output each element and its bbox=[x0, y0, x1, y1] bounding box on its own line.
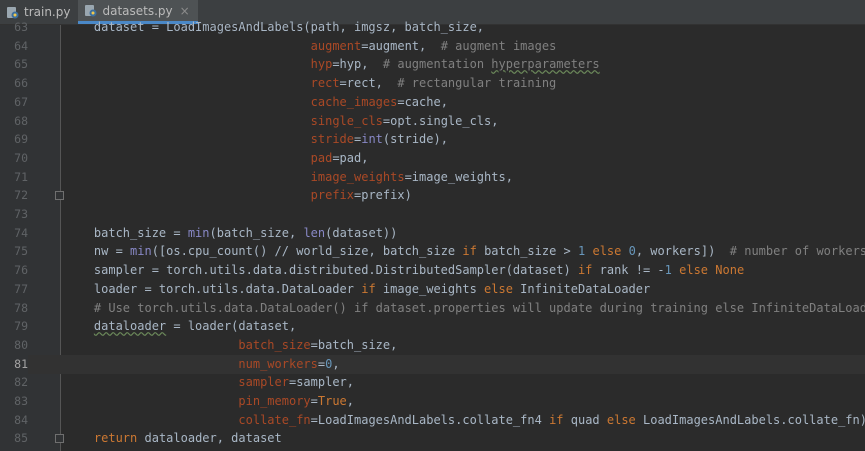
code-text: augment=augment, # augment images bbox=[310, 38, 557, 53]
line-number: 84 bbox=[14, 412, 28, 427]
code-text: pin_memory=True, bbox=[238, 394, 355, 408]
code-text: num_workers=0, bbox=[238, 356, 340, 371]
line-number: 77 bbox=[14, 281, 28, 296]
code-text: nw = min([os.cpu_count() // world_size, … bbox=[65, 244, 865, 259]
code-text: rect=rect, # rectangular training bbox=[310, 76, 557, 91]
code-text: batch_size = min(batch_size, len(dataset… bbox=[65, 225, 398, 240]
code-line[interactable]: 73 bbox=[0, 205, 865, 224]
line-number: 67 bbox=[14, 94, 28, 109]
line-number: 65 bbox=[14, 57, 28, 72]
code-text: dataset = LoadImagesAndLabels(path, imgs… bbox=[65, 20, 485, 34]
line-number: 63 bbox=[14, 20, 28, 34]
line-number: 64 bbox=[14, 38, 28, 53]
line-number: 83 bbox=[14, 394, 28, 408]
line-number: 66 bbox=[14, 76, 28, 91]
line-number: 82 bbox=[14, 375, 28, 390]
code-text: # Use torch.utils.data.DataLoader() if d… bbox=[93, 300, 865, 315]
code-line[interactable]: 69 stride=int(stride), bbox=[0, 130, 865, 149]
code-line[interactable]: 66 rect=rect, # rectangular training bbox=[0, 74, 865, 93]
code-text: stride=int(stride), bbox=[310, 132, 448, 147]
line-number: 72 bbox=[14, 188, 28, 203]
code-line[interactable]: 76 sampler = torch.utils.data.distribute… bbox=[0, 261, 865, 280]
code-line[interactable]: 83 pin_memory=True, bbox=[0, 392, 865, 411]
fold-marker-icon[interactable] bbox=[55, 191, 64, 201]
line-number: 79 bbox=[14, 319, 28, 334]
code-line[interactable]: 80 batch_size=batch_size, bbox=[0, 336, 865, 355]
code-line[interactable]: 85 return dataloader, dataset bbox=[0, 429, 865, 448]
code-line[interactable]: 79 dataloader = loader(dataset, bbox=[0, 317, 865, 336]
line-number: 76 bbox=[14, 263, 28, 278]
tab-label: datasets.py bbox=[102, 3, 173, 18]
code-text: collate_fn=LoadImagesAndLabels.collate_f… bbox=[238, 412, 865, 427]
code-line[interactable]: 72 prefix=prefix) bbox=[0, 186, 865, 205]
code-line[interactable]: 65 hyp=hyp, # augmentation hyperparamete… bbox=[0, 55, 865, 74]
code-line[interactable]: 64 augment=augment, # augment images bbox=[0, 37, 865, 56]
code-text: return dataloader, dataset bbox=[93, 431, 282, 446]
code-line[interactable]: 63 dataset = LoadImagesAndLabels(path, i… bbox=[0, 18, 865, 37]
tab-label: train.py bbox=[24, 5, 71, 19]
line-number: 68 bbox=[14, 113, 28, 128]
line-number: 78 bbox=[14, 300, 28, 315]
code-line[interactable]: 81 num_workers=0, bbox=[0, 354, 865, 374]
code-text: prefix=prefix) bbox=[310, 188, 412, 203]
code-line[interactable]: 70 pad=pad, bbox=[0, 149, 865, 168]
line-number: 85 bbox=[14, 431, 28, 446]
code-text: loader = torch.utils.data.DataLoader if … bbox=[65, 281, 651, 296]
code-text: hyp=hyp, # augmentation hyperparameters bbox=[310, 57, 600, 72]
line-number: 71 bbox=[14, 169, 28, 184]
code-line[interactable]: 67 cache_images=cache, bbox=[0, 93, 865, 112]
line-number: 70 bbox=[14, 150, 28, 165]
code-editor[interactable]: 63 dataset = LoadImagesAndLabels(path, i… bbox=[0, 20, 865, 451]
python-file-icon bbox=[6, 6, 19, 19]
code-line[interactable]: 77 loader = torch.utils.data.DataLoader … bbox=[0, 280, 865, 299]
code-line[interactable]: 84 collate_fn=LoadImagesAndLabels.collat… bbox=[0, 411, 865, 430]
code-text: sampler = torch.utils.data.distributed.D… bbox=[65, 263, 745, 278]
code-text: dataloader = loader(dataset, bbox=[93, 319, 297, 334]
code-text: cache_images=cache, bbox=[310, 94, 448, 109]
line-number: 73 bbox=[14, 207, 28, 221]
line-number: 69 bbox=[14, 132, 28, 147]
code-line[interactable]: 78 # Use torch.utils.data.DataLoader() i… bbox=[0, 299, 865, 318]
fold-marker-icon[interactable] bbox=[55, 434, 64, 444]
code-line[interactable]: 74 batch_size = min(batch_size, len(data… bbox=[0, 224, 865, 243]
code-line[interactable]: 71 image_weights=image_weights, bbox=[0, 168, 865, 187]
close-icon[interactable]: × bbox=[180, 4, 190, 18]
code-text: single_cls=opt.single_cls, bbox=[310, 113, 499, 128]
line-number: 81 bbox=[0, 354, 28, 374]
line-number: 80 bbox=[14, 337, 28, 352]
code-line[interactable]: 82 sampler=sampler, bbox=[0, 373, 865, 392]
python-file-icon bbox=[84, 4, 97, 17]
line-number: 75 bbox=[14, 244, 28, 259]
code-text: image_weights=image_weights, bbox=[310, 169, 513, 184]
code-line[interactable]: 68 single_cls=opt.single_cls, bbox=[0, 112, 865, 131]
code-line[interactable]: 75 nw = min([os.cpu_count() // world_siz… bbox=[0, 242, 865, 261]
line-number: 74 bbox=[14, 225, 28, 240]
code-text: batch_size=batch_size, bbox=[238, 337, 398, 352]
code-text: pad=pad, bbox=[310, 150, 369, 165]
code-text: sampler=sampler, bbox=[238, 375, 354, 390]
